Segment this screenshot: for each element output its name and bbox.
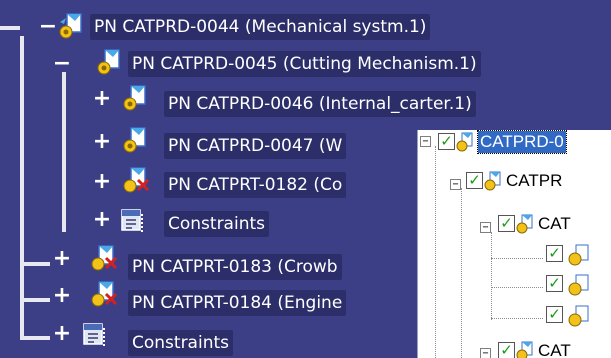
- expand-icon[interactable]: +: [52, 248, 72, 270]
- expand-icon[interactable]: +: [92, 131, 112, 153]
- part-icon: [568, 305, 589, 327]
- tree-node-label[interactable]: CAT: [538, 340, 571, 358]
- collapse-icon[interactable]: −: [38, 16, 58, 38]
- tree-connector: [20, 298, 50, 302]
- tree-node-label[interactable]: PN CATPRT-0182 (Co: [164, 172, 347, 198]
- product-assembly-icon: [97, 49, 120, 75]
- product-assembly-icon: [456, 132, 473, 152]
- tree-connector: [20, 336, 50, 340]
- expand-icon[interactable]: +: [52, 323, 72, 345]
- tree-connector: [62, 72, 66, 232]
- tree-node-label[interactable]: CATPR: [506, 170, 562, 192]
- tree-connector: [491, 232, 492, 320]
- collapse-icon[interactable]: −: [480, 348, 491, 358]
- tree-node-label[interactable]: PN CATPRT-0183 (Crowb: [128, 254, 342, 280]
- checkbox-icon[interactable]: ✓: [438, 133, 455, 150]
- tree-connector: [20, 36, 24, 336]
- part-icon: [568, 244, 589, 266]
- tree-connector: [491, 318, 543, 319]
- tree-node-label[interactable]: PN CATPRD-0044 (Mechanical systm.1): [90, 14, 431, 40]
- expand-icon[interactable]: +: [52, 285, 72, 307]
- constraints-icon: [83, 323, 105, 346]
- tree-node-label[interactable]: CATPRD-0: [477, 130, 567, 154]
- tree-connector: [435, 146, 436, 358]
- tree-connector: [491, 258, 543, 259]
- specification-tree-panel: − ✓ CATPRD-0 − ✓ CATPR − ✓ CAT ✓ ✓ ✓ − ✓…: [417, 130, 611, 358]
- checkbox-icon[interactable]: ✓: [546, 275, 563, 292]
- checkbox-icon[interactable]: ✓: [498, 342, 515, 358]
- part-icon: [123, 167, 150, 193]
- product-assembly-icon: [123, 85, 146, 111]
- tree-connector: [20, 262, 50, 266]
- collapse-icon[interactable]: −: [420, 136, 431, 147]
- part-icon: [568, 274, 589, 296]
- expand-icon[interactable]: +: [92, 171, 112, 193]
- tree-connector: [0, 26, 20, 30]
- checkbox-icon[interactable]: ✓: [498, 215, 515, 232]
- tree-connector: [491, 287, 543, 288]
- constraints-icon: [121, 209, 143, 232]
- part-icon: [91, 281, 118, 307]
- tree-connector: [461, 188, 462, 358]
- tree-node-label[interactable]: CAT: [538, 213, 571, 235]
- checkbox-icon[interactable]: ✓: [466, 172, 483, 189]
- tree-node-label[interactable]: PN CATPRT-0184 (Engine: [128, 290, 347, 316]
- part-icon: [91, 245, 118, 271]
- tree-node-label[interactable]: PN CATPRD-0046 (Internal_carter.1): [164, 91, 476, 117]
- checkbox-icon[interactable]: ✓: [546, 245, 563, 262]
- product-assembly-icon: [123, 127, 146, 153]
- tree-node-label[interactable]: Constraints: [164, 211, 269, 237]
- tree-node-label[interactable]: PN CATPRD-0047 (W: [164, 133, 347, 159]
- tree-node-label[interactable]: Constraints: [128, 330, 233, 356]
- tree-node-label[interactable]: PN CATPRD-0045 (Cutting Mechanism.1): [128, 51, 481, 77]
- expand-icon[interactable]: +: [92, 88, 112, 110]
- collapse-icon[interactable]: −: [480, 222, 491, 233]
- expand-icon[interactable]: +: [92, 209, 112, 231]
- product-assembly-icon: [484, 171, 501, 191]
- product-assembly-icon: [516, 341, 533, 358]
- product-assembly-icon: [59, 13, 82, 39]
- product-assembly-icon: [516, 214, 533, 234]
- checkbox-icon[interactable]: ✓: [546, 306, 563, 323]
- collapse-icon[interactable]: −: [450, 179, 461, 190]
- collapse-icon[interactable]: −: [52, 53, 72, 75]
